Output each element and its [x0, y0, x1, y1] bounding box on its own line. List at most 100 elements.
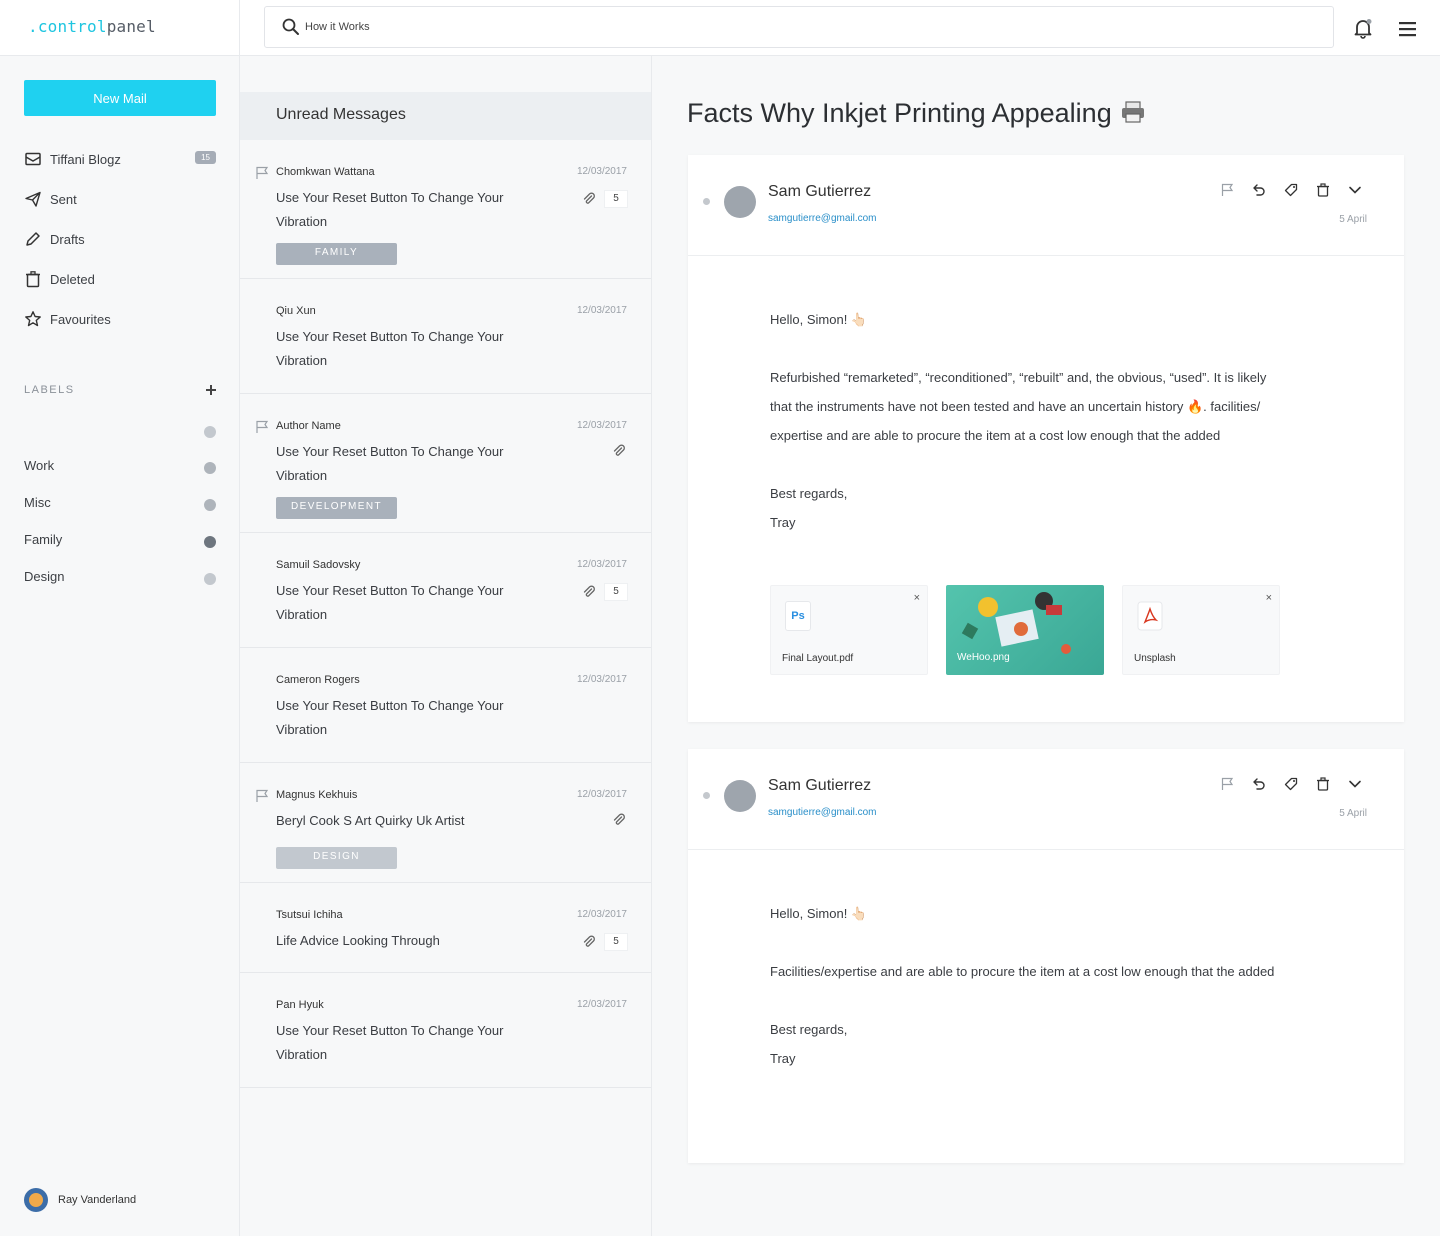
inbox-icon — [25, 152, 41, 166]
status-dot — [703, 792, 710, 799]
sidebar-item-drafts[interactable]: Drafts — [24, 226, 216, 252]
attachment-count: 5 — [604, 190, 628, 208]
label-item-design[interactable]: Design — [24, 569, 216, 589]
flag-icon[interactable] — [1218, 181, 1236, 199]
attachment-count: 5 — [604, 933, 628, 951]
sidebar-item-label: Favourites — [50, 311, 111, 327]
label-item-family[interactable]: Family — [24, 532, 216, 552]
flag-icon[interactable] — [255, 420, 269, 434]
notification-bell-icon[interactable] — [1352, 17, 1374, 39]
message-date: 12/03/2017 — [576, 420, 627, 431]
message-subject: Use Your Reset Button To Change Your Vibr… — [276, 444, 504, 483]
message-sender: Cameron Rogers — [276, 674, 360, 686]
card-divider — [688, 255, 1404, 256]
labels-heading: LABELS — [24, 384, 75, 396]
message-subject: Use Your Reset Button To Change Your Vibr… — [276, 583, 504, 622]
sender-email[interactable]: samgutierre@gmail.com — [768, 213, 877, 224]
sidebar-item-label: Deleted — [50, 271, 95, 287]
message-subject: Use Your Reset Button To Change Your Vibr… — [276, 1023, 504, 1062]
label-color-dot — [204, 462, 216, 474]
trash-icon[interactable] — [1314, 775, 1332, 793]
label-item-blank[interactable] — [24, 422, 216, 442]
reply-icon[interactable] — [1250, 775, 1268, 793]
avatar[interactable] — [724, 186, 756, 218]
paperclip-icon — [583, 192, 595, 204]
message-sender: Tsutsui Ichiha — [276, 909, 343, 921]
chevron-down-icon[interactable] — [1346, 181, 1364, 199]
message-subject: Use Your Reset Button To Change Your Vibr… — [276, 190, 504, 229]
label-tag[interactable]: DESIGN — [276, 847, 397, 869]
user-name: Ray Vanderland — [58, 1194, 137, 1206]
label-item-misc[interactable]: Misc — [24, 495, 216, 515]
attachment-count: 5 — [604, 583, 628, 601]
label-tag[interactable]: FAMILY — [276, 243, 397, 265]
email-body: Hello, Simon! 👆🏻 Refurbished “remarketed… — [770, 312, 1267, 530]
top-bar: .controlpanel — [0, 0, 1440, 56]
search-icon[interactable] — [281, 17, 301, 37]
email-reader: Facts Why Inkjet Printing Appealing Sam … — [652, 56, 1440, 1236]
flag-icon[interactable] — [255, 166, 269, 180]
attachment-image[interactable]: WeHoo.png — [946, 585, 1104, 675]
list-title: Unread Messages — [276, 106, 406, 123]
photoshop-file-icon: Ps — [785, 601, 811, 631]
card-divider — [688, 849, 1404, 850]
add-label-plus-icon[interactable] — [204, 382, 218, 398]
sidebar-item-favourites[interactable]: Favourites — [24, 306, 216, 332]
message-item[interactable]: Samuil Sadovsky 12/03/2017 Use Your Rese… — [240, 533, 651, 648]
message-item[interactable]: Cameron Rogers 12/03/2017 Use Your Reset… — [240, 648, 651, 763]
message-sender: Chomkwan Wattana — [276, 166, 375, 178]
attachment-file[interactable]: × Unsplash — [1122, 585, 1280, 675]
message-subject: Use Your Reset Button To Change Your Vibr… — [276, 698, 504, 737]
message-item[interactable]: Pan Hyuk 12/03/2017 Use Your Reset Butto… — [240, 973, 651, 1088]
label-color-dot — [204, 536, 216, 548]
sidebar-item-tiffani-blogz[interactable]: Tiffani Blogz 15 — [24, 146, 216, 172]
message-date: 12/03/2017 — [576, 999, 627, 1010]
message-date: 12/03/2017 — [576, 305, 627, 316]
paperclip-icon — [583, 585, 595, 597]
reply-icon[interactable] — [1250, 181, 1268, 199]
sidebar-item-deleted[interactable]: Deleted — [24, 266, 216, 292]
message-item[interactable]: Qiu Xun 12/03/2017 Use Your Reset Button… — [240, 279, 651, 394]
thread-title: Facts Why Inkjet Printing Appealing — [687, 98, 1146, 129]
message-item[interactable]: Magnus Kekhuis 12/03/2017 Beryl Cook S A… — [240, 763, 651, 883]
avatar[interactable] — [724, 780, 756, 812]
email-date: 5 April — [1339, 808, 1367, 819]
search-input[interactable] — [305, 15, 1205, 39]
attachment-name: Unsplash — [1134, 653, 1176, 664]
message-date: 12/03/2017 — [576, 674, 627, 685]
avatar — [24, 1188, 48, 1212]
message-sender: Pan Hyuk — [276, 999, 324, 1011]
sidebar-item-label: Sent — [50, 191, 77, 207]
sender-email[interactable]: samgutierre@gmail.com — [768, 807, 877, 818]
remove-attachment-button[interactable]: × — [914, 592, 920, 604]
remove-attachment-button[interactable]: × — [1266, 592, 1272, 604]
attachment-file[interactable]: Ps × Final Layout.pdf — [770, 585, 928, 675]
email-body: Hello, Simon! 👆🏻 Facilities/expertise an… — [770, 906, 1275, 1066]
hamburger-menu-icon[interactable] — [1398, 20, 1418, 38]
label-item-work[interactable]: Work — [24, 458, 216, 478]
flag-icon[interactable] — [1218, 775, 1236, 793]
email-date: 5 April — [1339, 214, 1367, 225]
message-date: 12/03/2017 — [576, 559, 627, 570]
message-sender: Author Name — [276, 420, 341, 432]
chevron-down-icon[interactable] — [1346, 775, 1364, 793]
tag-icon[interactable] — [1282, 775, 1300, 793]
new-mail-button[interactable]: New Mail — [24, 80, 216, 116]
search-bar[interactable] — [264, 6, 1334, 48]
label-tag[interactable]: DEVELOPMENT — [276, 497, 397, 519]
app-logo[interactable]: .controlpanel — [28, 17, 156, 36]
star-icon — [25, 311, 41, 327]
header-divider — [239, 0, 240, 56]
trash-icon[interactable] — [1314, 181, 1332, 199]
message-item[interactable]: Chomkwan Wattana 12/03/2017 Use Your Res… — [240, 140, 651, 279]
sidebar-item-sent[interactable]: Sent — [24, 186, 216, 212]
user-profile[interactable]: Ray Vanderland — [24, 1188, 136, 1212]
message-subject: Life Advice Looking Through — [276, 933, 440, 948]
tag-icon[interactable] — [1282, 181, 1300, 199]
sender-name: Sam Gutierrez — [768, 183, 872, 200]
list-header: Unread Messages — [240, 92, 651, 140]
message-item[interactable]: Tsutsui Ichiha 12/03/2017 Life Advice Lo… — [240, 883, 651, 973]
message-item[interactable]: Author Name 12/03/2017 Use Your Reset Bu… — [240, 394, 651, 533]
flag-icon[interactable] — [255, 789, 269, 803]
pencil-icon — [26, 232, 40, 246]
